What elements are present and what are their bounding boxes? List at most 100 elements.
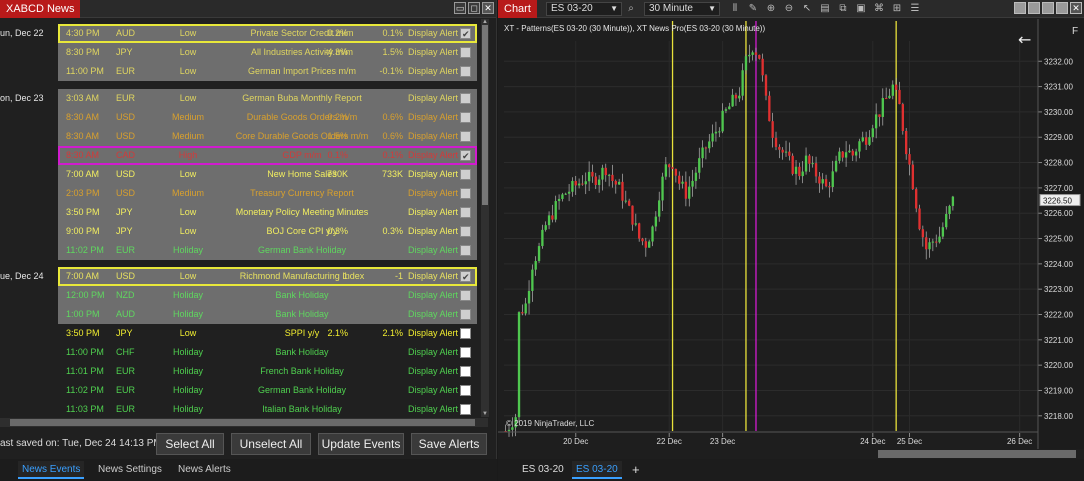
- select-all-button[interactable]: Select All: [156, 433, 224, 455]
- event-time: 12:00 PM: [66, 290, 105, 300]
- display-alert-label: Display Alert: [408, 169, 459, 179]
- chevron-down-icon: ▼: [610, 4, 618, 13]
- candle: [784, 151, 788, 153]
- close-icon[interactable]: ✕: [482, 2, 494, 14]
- maximize-icon[interactable]: ◻: [468, 2, 480, 14]
- scroll-down-icon[interactable]: ▼: [481, 411, 489, 417]
- bar-type-icon[interactable]: ⫴: [728, 2, 742, 16]
- display-alert-checkbox[interactable]: [460, 245, 471, 256]
- chart-horizontal-scrollbar[interactable]: [878, 450, 1076, 458]
- timeframe-value: 30 Minute: [649, 3, 693, 14]
- candle: [744, 56, 748, 71]
- display-alert-checkbox[interactable]: [460, 268, 471, 287]
- close-icon[interactable]: ✕: [1070, 2, 1082, 14]
- candle: [597, 179, 601, 185]
- strategies-icon[interactable]: ⌘: [872, 2, 886, 16]
- chart-window-title: Chart: [498, 0, 537, 18]
- zoom-out-icon[interactable]: ⊖: [782, 2, 796, 16]
- price-axis[interactable]: 3232.00 3231.00 3230.00 3229.00 3228.00 3227.…: [1037, 19, 1084, 449]
- data-box-icon[interactable]: ▣: [854, 2, 868, 16]
- maximize-icon[interactable]: [1056, 2, 1068, 14]
- display-alert-checkbox[interactable]: [460, 93, 471, 104]
- unselect-all-button[interactable]: Unselect All: [231, 433, 311, 455]
- search-icon[interactable]: ⌕: [624, 2, 638, 16]
- candle: [581, 183, 584, 185]
- event-currency: NZD: [116, 290, 135, 300]
- pencil-icon[interactable]: ✎: [746, 2, 760, 16]
- properties-icon[interactable]: ▤: [818, 2, 832, 16]
- display-alert-checkbox[interactable]: [460, 131, 471, 142]
- candle: [864, 137, 868, 145]
- minimize-icon[interactable]: [1042, 2, 1054, 14]
- candle: [681, 181, 684, 184]
- news-horizontal-scrollbar[interactable]: [0, 418, 488, 427]
- display-alert-checkbox[interactable]: [460, 347, 471, 358]
- list-icon[interactable]: ☰: [908, 2, 922, 16]
- add-tab-icon[interactable]: +: [628, 461, 644, 479]
- instrument-selector[interactable]: ES 03-20 ▼: [546, 2, 622, 16]
- candle: [521, 312, 524, 314]
- indicators-icon[interactable]: ⊞: [890, 2, 904, 16]
- candle: [624, 200, 627, 202]
- price-tick-label: 3223.00: [1044, 285, 1073, 294]
- timeframe-selector[interactable]: 30 Minute ▼: [644, 2, 720, 16]
- news-window-title: XABCD News: [0, 0, 81, 18]
- event-currency: AUD: [116, 309, 136, 319]
- display-alert-checkbox[interactable]: [460, 66, 471, 77]
- minimize-icon[interactable]: ▭: [454, 2, 466, 14]
- candle: [654, 216, 658, 227]
- candle: [941, 227, 945, 237]
- candle: [698, 158, 701, 173]
- candle: [694, 172, 698, 181]
- candle: [708, 141, 711, 149]
- layout-icon[interactable]: [1028, 2, 1040, 14]
- display-alert-checkbox[interactable]: [460, 147, 471, 166]
- display-alert-checkbox[interactable]: [460, 366, 471, 377]
- scroll-thumb[interactable]: [10, 419, 475, 426]
- tab-news-settings[interactable]: News Settings: [94, 461, 166, 479]
- display-alert-checkbox[interactable]: [460, 207, 471, 218]
- news-action-bar: ast saved on: Tue, Dec 24 14:13 PM Selec…: [0, 430, 497, 458]
- layout-icon[interactable]: [1014, 2, 1026, 14]
- candle: [738, 95, 741, 99]
- event-forecast: 1.5%: [327, 131, 348, 141]
- update-events-button[interactable]: Update Events: [318, 433, 404, 455]
- news-row: 11:03 PM EUR Holiday Italian Bank Holiday Di…: [58, 400, 477, 417]
- display-alert-checkbox[interactable]: [460, 169, 471, 180]
- event-actual: -1: [394, 271, 403, 281]
- candle: [564, 193, 567, 195]
- event-title: German Bank Holiday: [257, 245, 347, 255]
- display-alert-checkbox[interactable]: [460, 112, 471, 123]
- event-forecast: 0.2%: [327, 112, 348, 122]
- display-alert-label: Display Alert: [408, 290, 459, 300]
- candle: [814, 163, 818, 177]
- templates-icon[interactable]: ⧉: [836, 2, 850, 16]
- display-alert-checkbox[interactable]: [460, 385, 471, 396]
- price-chart[interactable]: 3232.00 3231.00 3230.00 3229.00 3228.00 3227.…: [498, 19, 1084, 459]
- candle: [798, 166, 801, 177]
- tab-chart-2[interactable]: ES 03-20: [572, 461, 622, 479]
- display-alert-checkbox[interactable]: [460, 309, 471, 320]
- tab-chart-1[interactable]: ES 03-20: [518, 461, 568, 479]
- news-row: 11:00 PM CHF Holiday Bank Holiday Display Al…: [58, 343, 477, 362]
- tab-news-alerts[interactable]: News Alerts: [174, 461, 235, 479]
- tab-news-events[interactable]: News Events: [18, 461, 85, 479]
- back-arrow-icon[interactable]: ←: [1018, 30, 1031, 49]
- event-currency: USD: [116, 271, 136, 281]
- display-alert-checkbox[interactable]: [460, 328, 471, 339]
- display-alert-checkbox[interactable]: [460, 25, 471, 44]
- display-alert-checkbox[interactable]: [460, 290, 471, 301]
- save-alerts-button[interactable]: Save Alerts: [411, 433, 487, 455]
- scroll-thumb[interactable]: [482, 25, 488, 205]
- news-vertical-scrollbar[interactable]: ▲ ▼: [481, 19, 489, 417]
- event-forecast: 1: [342, 271, 348, 281]
- display-alert-checkbox[interactable]: [460, 188, 471, 199]
- candle: [888, 95, 891, 99]
- zoom-in-icon[interactable]: ⊕: [764, 2, 778, 16]
- pointer-icon[interactable]: ↖: [800, 2, 814, 16]
- display-alert-checkbox[interactable]: [460, 226, 471, 237]
- display-alert-checkbox[interactable]: [460, 404, 471, 415]
- price-tick-label: 3230.00: [1044, 108, 1073, 117]
- display-alert-checkbox[interactable]: [460, 47, 471, 58]
- event-currency: JPY: [116, 47, 133, 57]
